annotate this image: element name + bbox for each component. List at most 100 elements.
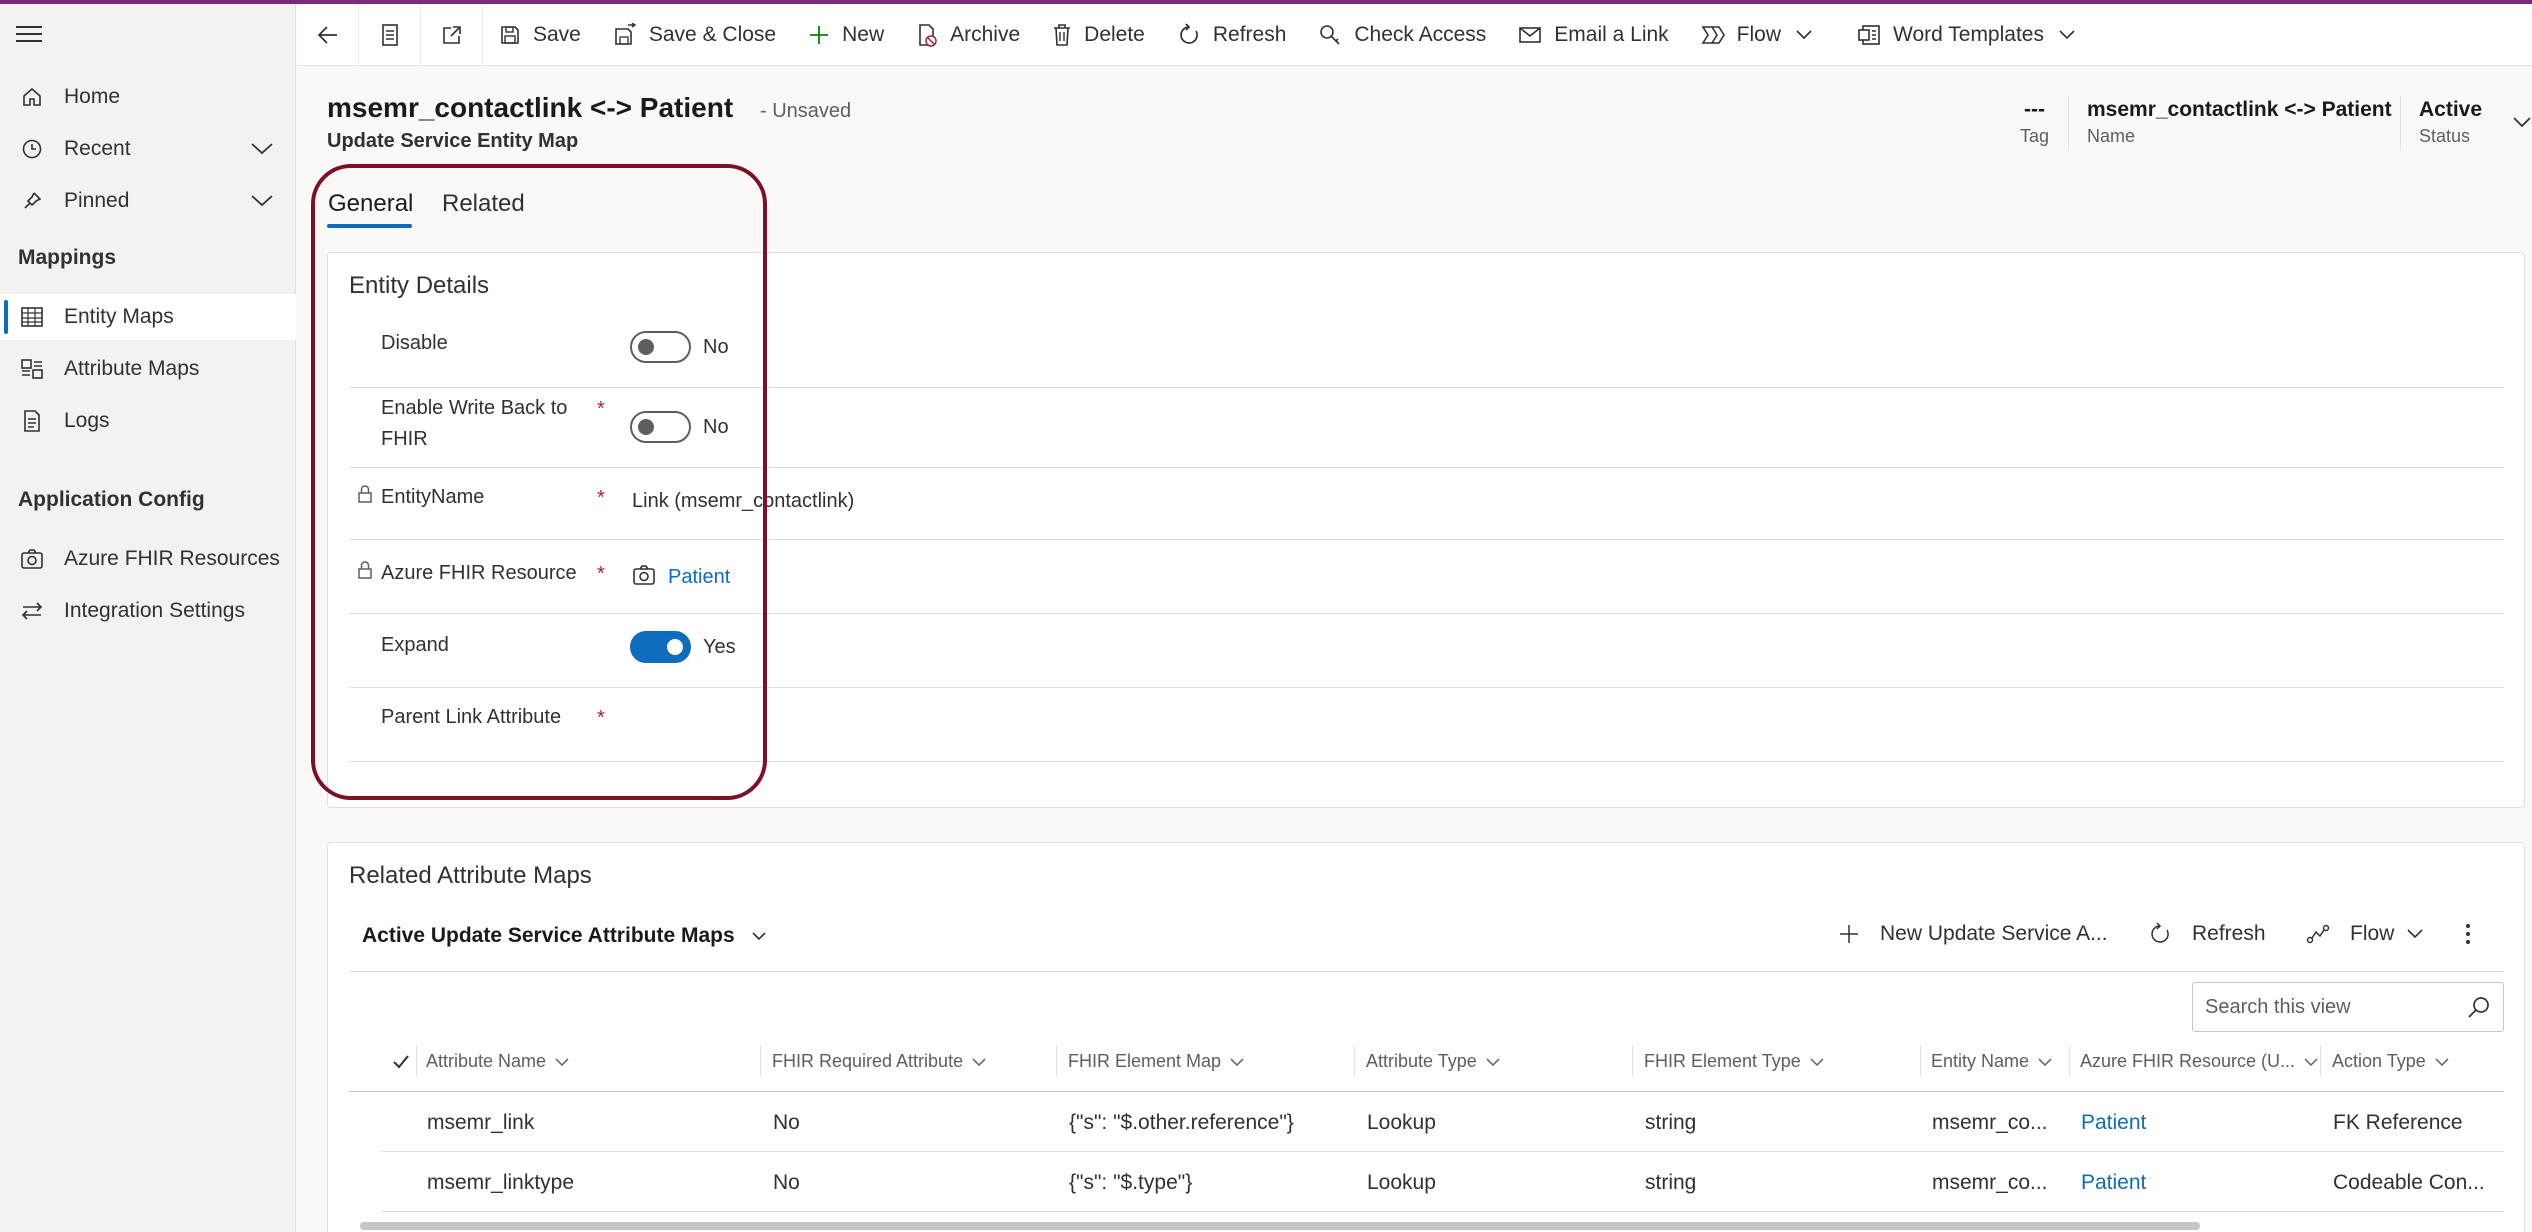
cell-fhir-element-type: string <box>1645 1111 1697 1134</box>
sidebar-item-azure-fhir-resources[interactable]: Azure FHIR Resources <box>0 536 296 582</box>
chevron-down-icon[interactable] <box>2512 116 2532 130</box>
flow-button[interactable]: Flow <box>1685 4 1841 66</box>
trash-icon <box>1054 23 1071 46</box>
new-button[interactable]: New <box>792 4 900 66</box>
new-attribute-map-label: New Update Service A... <box>1880 922 2108 945</box>
column-header-azure-fhir-resource[interactable]: Azure FHIR Resource (U... <box>2080 1051 2319 1072</box>
sidebar-item-label: Logs <box>64 409 110 432</box>
grid-flow-label: Flow <box>2350 922 2395 945</box>
pin-icon <box>18 187 46 215</box>
header-divider <box>2400 96 2401 150</box>
more-commands-button[interactable] <box>2464 922 2492 946</box>
column-divider <box>2069 1046 2070 1076</box>
check-access-label: Check Access <box>1354 22 1487 46</box>
sidebar: Home Recent Pinned Mappings Entity Maps … <box>0 4 296 1232</box>
sidebar-item-entity-maps[interactable]: Entity Maps <box>0 294 296 340</box>
plus-icon <box>1840 925 1858 943</box>
form-icon <box>381 23 398 46</box>
header-field-value: --- <box>2024 98 2045 121</box>
chevron-down-icon <box>2304 1057 2318 1066</box>
email-icon <box>1519 26 1542 43</box>
sidebar-item-logs[interactable]: Logs <box>0 398 296 444</box>
column-header-attribute-name[interactable]: Attribute Name <box>426 1051 570 1072</box>
word-templates-button[interactable]: Word Templates <box>1841 4 2104 66</box>
view-selector[interactable]: Active Update Service Attribute Maps <box>362 924 767 948</box>
flow-icon <box>2306 924 2330 944</box>
column-divider <box>760 1046 761 1076</box>
sidebar-item-recent[interactable]: Recent <box>0 126 296 172</box>
save-close-button[interactable]: Save & Close <box>597 4 792 66</box>
table-row[interactable] <box>381 1152 2504 1212</box>
delete-button[interactable]: Delete <box>1036 4 1161 66</box>
highlight-annotation <box>311 164 767 800</box>
column-header-fhir-element-type[interactable]: FHIR Element Type <box>1644 1051 1825 1072</box>
search-placeholder: Search this view <box>2205 996 2351 1018</box>
record-entity-type: Update Service Entity Map <box>327 130 579 152</box>
back-button[interactable] <box>297 3 359 66</box>
chevron-down-icon <box>2059 29 2075 39</box>
header-field-label: Tag <box>2020 126 2050 146</box>
search-input[interactable]: Search this view <box>2192 982 2504 1032</box>
archive-icon <box>919 23 937 47</box>
email-link-label: Email a Link <box>1554 22 1669 46</box>
header-divider <box>2068 96 2069 150</box>
archive-button[interactable]: Archive <box>900 4 1036 66</box>
cell-azure-fhir-resource-link[interactable]: Patient <box>2081 1111 2146 1135</box>
chevron-down-icon <box>555 1057 569 1066</box>
back-arrow-icon <box>317 25 337 44</box>
save-close-icon <box>615 22 637 45</box>
cell-attribute-type: Lookup <box>1367 1171 1436 1194</box>
flow-label: Flow <box>1736 22 1782 46</box>
sidebar-section-application-config: Application Config <box>18 488 205 511</box>
sidebar-item-integration-settings[interactable]: Integration Settings <box>0 588 296 634</box>
column-header-fhir-required[interactable]: FHIR Required Attribute <box>772 1051 987 1072</box>
attribute-map-icon <box>18 355 46 383</box>
sidebar-item-pinned[interactable]: Pinned <box>0 178 296 224</box>
email-link-button[interactable]: Email a Link <box>1502 4 1684 66</box>
new-attribute-map-button[interactable]: New Update Service A... <box>1838 922 2108 946</box>
save-button[interactable]: Save <box>483 4 597 66</box>
sidebar-item-label: Recent <box>64 137 131 160</box>
header-field-label: Name <box>2087 126 2136 146</box>
sidebar-item-attribute-maps[interactable]: Attribute Maps <box>0 346 296 392</box>
cell-entity-name: msemr_co... <box>1932 1111 2048 1134</box>
refresh-button[interactable]: Refresh <box>1161 4 1303 66</box>
section-title: Related Attribute Maps <box>349 862 592 889</box>
clock-icon <box>18 135 46 163</box>
key-search-icon <box>1320 24 1340 45</box>
delete-label: Delete <box>1084 22 1145 46</box>
cell-entity-name: msemr_co... <box>1932 1171 2048 1194</box>
chevron-down-icon <box>1810 1057 1824 1066</box>
cell-attribute-name[interactable]: msemr_linktype <box>427 1171 574 1195</box>
cell-fhir-required: No <box>773 1111 800 1134</box>
sidebar-item-label: Attribute Maps <box>64 357 200 380</box>
chevron-down-icon[interactable] <box>250 138 274 162</box>
horizontal-scrollbar[interactable] <box>360 1222 2200 1230</box>
grid-flow-button[interactable]: Flow <box>2306 922 2424 946</box>
command-bar: Save Save & Close New Archive Delete Ref… <box>297 3 2532 66</box>
check-access-button[interactable]: Check Access <box>1302 4 1502 66</box>
refresh-label: Refresh <box>1212 22 1287 46</box>
sidebar-item-label: Entity Maps <box>64 305 174 328</box>
record-title: msemr_contactlink <-> Patient <box>327 92 734 123</box>
hamburger-menu-icon[interactable] <box>16 26 44 50</box>
column-header-action-type[interactable]: Action Type <box>2332 1051 2450 1072</box>
cell-azure-fhir-resource-link[interactable]: Patient <box>2081 1171 2146 1195</box>
column-header-entity-name[interactable]: Entity Name <box>1931 1051 2053 1072</box>
column-header-attribute-type[interactable]: Attribute Type <box>1366 1051 1501 1072</box>
sidebar-item-home[interactable]: Home <box>0 74 296 120</box>
record-set-button[interactable] <box>359 3 421 66</box>
refresh-icon <box>2151 922 2169 943</box>
cell-attribute-name[interactable]: msemr_link <box>427 1111 534 1135</box>
document-icon <box>18 407 46 435</box>
open-new-window-button[interactable] <box>421 3 483 66</box>
chevron-down-icon[interactable] <box>250 190 274 214</box>
grid-refresh-button[interactable]: Refresh <box>2148 922 2266 946</box>
search-icon[interactable] <box>2467 995 2491 1019</box>
select-all-checkmark-icon[interactable] <box>392 1054 410 1070</box>
table-row[interactable] <box>381 1092 2504 1152</box>
column-header-fhir-element-map[interactable]: FHIR Element Map <box>1068 1051 1245 1072</box>
grid-refresh-label: Refresh <box>2192 922 2266 945</box>
chevron-down-icon <box>2435 1057 2449 1066</box>
sidebar-item-label: Pinned <box>64 189 130 212</box>
